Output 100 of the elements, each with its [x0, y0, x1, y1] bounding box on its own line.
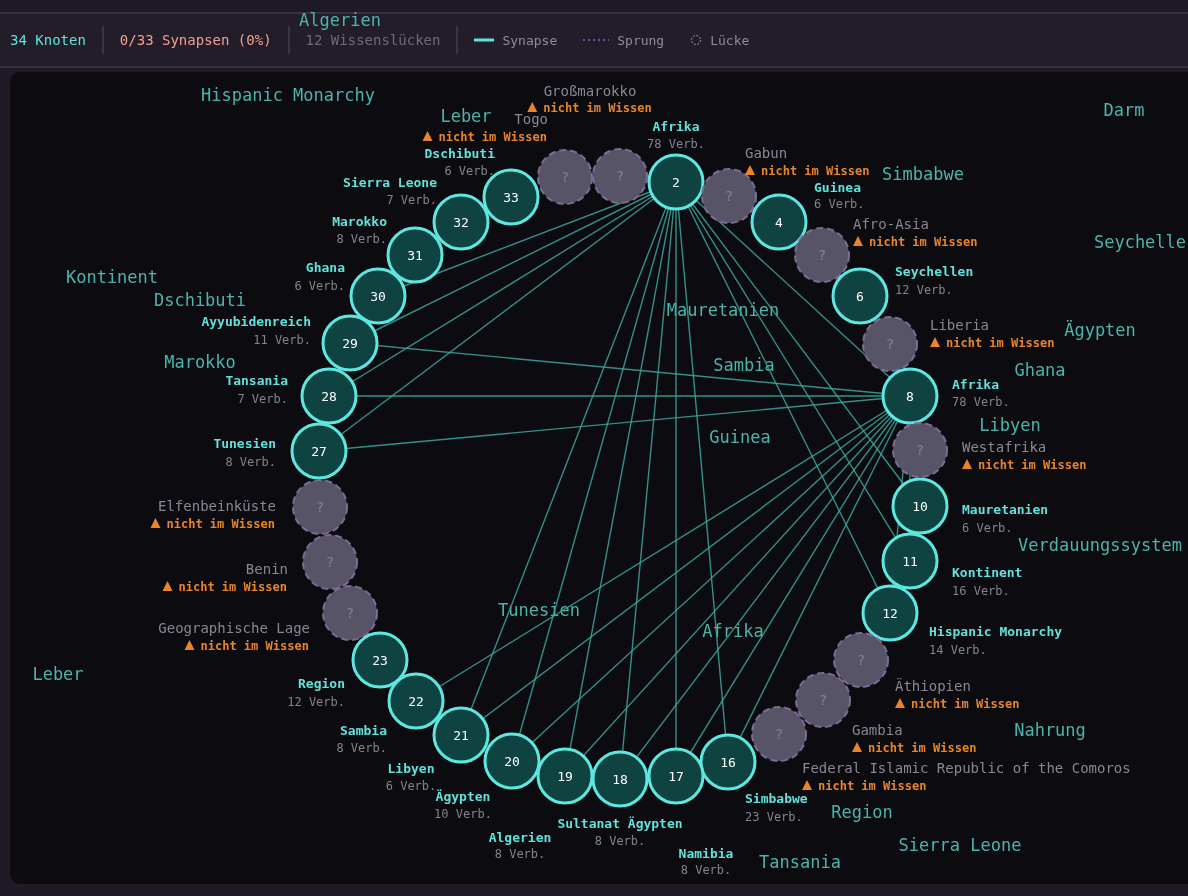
warning-icon — [852, 742, 862, 752]
synapse-count: 0/33 Synapsen (0%) — [119, 32, 272, 48]
warning-icon — [422, 131, 433, 141]
warning-icon — [150, 518, 161, 528]
floating-term: Leber — [32, 664, 84, 684]
node-label: Sambia — [340, 723, 387, 738]
floating-term: Darm — [1103, 100, 1145, 120]
node-label: Elfenbeinküste — [158, 498, 276, 514]
node-label: Gabun — [745, 145, 788, 161]
connection-count: 16 Verb. — [952, 584, 1010, 598]
connection-count: 8 Verb. — [680, 863, 732, 877]
floating-term: Libyen — [979, 415, 1041, 435]
connection-count: 14 Verb. — [929, 643, 987, 657]
legend-label: Lücke — [710, 32, 750, 48]
node-label: Ghana — [305, 260, 345, 275]
warning-label: nicht im Wissen — [818, 779, 927, 793]
concept-node[interactable]: 27 — [290, 422, 348, 480]
connection-count: 7 Verb. — [237, 392, 288, 406]
legend-label: Synapse — [502, 32, 558, 48]
node-label: Federal Islamic Republic of the Comoros — [802, 760, 1131, 776]
concept-node[interactable]: 12 — [861, 584, 919, 642]
concept-node[interactable]: 19 — [536, 747, 594, 805]
node-label: Region — [298, 676, 345, 691]
floating-term: Verdauungssystem — [1018, 535, 1182, 555]
node-label: Kontinent — [952, 565, 1023, 580]
warning-icon — [802, 780, 812, 790]
node-label: Marokko — [332, 214, 387, 229]
floating-term: Sierra Leone — [898, 835, 1022, 855]
concept-node[interactable]: 6 — [831, 267, 889, 325]
concept-node[interactable]: 2 — [647, 153, 705, 211]
warning-label: nicht im Wissen — [869, 235, 978, 249]
connection-count: 10 Verb. — [434, 807, 492, 821]
node-label: Afro-Asia — [853, 216, 929, 232]
connection-count: 6 Verb. — [962, 521, 1013, 535]
warning-label: nicht im Wissen — [200, 639, 309, 653]
node-label: Guinea — [814, 180, 861, 195]
node-label: Äthiopien — [895, 678, 971, 694]
node-label: Liberia — [930, 317, 989, 333]
floating-term: Guinea — [709, 427, 771, 447]
warning-icon — [527, 102, 538, 112]
node-label: Sierra Leone — [343, 175, 437, 190]
concept-node[interactable]: 28 — [300, 367, 358, 425]
floating-term: Algerien — [299, 10, 381, 30]
node-label: Tansania — [225, 373, 288, 388]
warning-label: nicht im Wissen — [946, 336, 1055, 350]
concept-node[interactable]: 10 — [891, 477, 949, 535]
concept-node[interactable]: 21 — [432, 706, 490, 764]
legend-label: Sprung — [617, 32, 665, 48]
floating-term: Ägypten — [1064, 320, 1136, 340]
floating-term: Hispanic Monarchy — [201, 85, 375, 105]
node-label: Simbabwe — [745, 791, 808, 806]
concept-node[interactable]: 4 — [750, 193, 808, 251]
warning-label: nicht im Wissen — [761, 164, 870, 178]
concept-node[interactable]: 30 — [349, 267, 407, 325]
warning-icon — [930, 337, 940, 347]
floating-term: Kontinent — [65, 267, 159, 287]
connection-count: 8 Verb. — [594, 834, 646, 848]
warning-label: nicht im Wissen — [166, 517, 275, 531]
node-label: Westafrika — [962, 439, 1047, 455]
dotted-circle-icon — [690, 34, 703, 46]
connection-count: 11 Verb. — [253, 333, 311, 347]
connection-count: 8 Verb. — [225, 455, 276, 469]
floating-term: Seychelle — [1093, 232, 1187, 252]
warning-icon — [895, 698, 905, 708]
concept-node[interactable]: 22 — [387, 672, 445, 730]
floating-term: Leber — [440, 106, 492, 126]
floating-term: Ghana — [1014, 360, 1066, 380]
connection-count: 6 Verb. — [294, 279, 345, 293]
concept-node[interactable]: 29 — [321, 314, 379, 372]
warning-label: nicht im Wissen — [911, 697, 1020, 711]
connection-count: 12 Verb. — [895, 283, 953, 297]
gap-count: 12 Wissenslücken — [305, 32, 441, 48]
node-label: Namibia — [678, 846, 734, 861]
node-label: Seychellen — [895, 264, 974, 279]
floating-term: Marokko — [164, 352, 236, 372]
connection-count: 78 Verb. — [647, 137, 705, 151]
concept-node[interactable]: 8 — [881, 367, 939, 425]
warning-icon — [962, 459, 972, 469]
floating-term: Dschibuti — [153, 290, 247, 310]
node-label: Gambia — [852, 722, 903, 738]
node-count: 34 Knoten — [10, 32, 86, 48]
node-label: Ägypten — [435, 789, 491, 804]
node-label: Sultanat Ägypten — [557, 816, 683, 831]
concept-node[interactable]: 31 — [386, 226, 444, 284]
concept-node[interactable]: 11 — [881, 532, 939, 590]
connection-count: 6 Verb. — [814, 197, 865, 211]
warning-label: nicht im Wissen — [868, 741, 977, 755]
concept-node[interactable]: 23 — [351, 631, 409, 689]
dashed-line-icon — [583, 38, 610, 42]
concept-node[interactable]: 17 — [647, 747, 705, 805]
concept-node[interactable]: 18 — [591, 750, 649, 808]
connection-count: 8 Verb. — [336, 232, 387, 246]
node-label: Mauretanien — [962, 502, 1049, 517]
synapse-line-icon — [474, 38, 495, 42]
concept-node[interactable]: 16 — [699, 733, 757, 791]
concept-node[interactable]: 20 — [483, 732, 541, 790]
warning-label: nicht im Wissen — [438, 130, 547, 144]
node-label: Afrika — [652, 119, 700, 134]
warning-icon — [162, 581, 173, 591]
connection-count: 8 Verb. — [494, 847, 546, 861]
